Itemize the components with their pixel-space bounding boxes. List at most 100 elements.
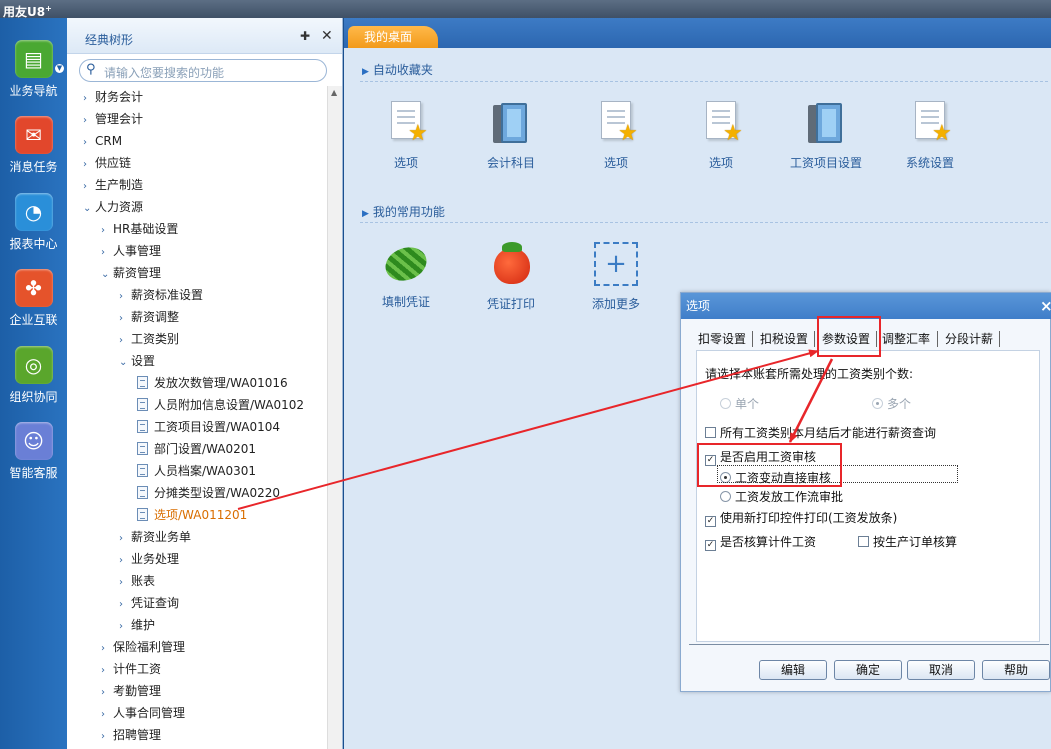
tree-node-label: 保险福利管理 <box>113 640 186 654</box>
common-item[interactable]: + 添加更多 <box>568 242 664 312</box>
tree-node-label: 账表 <box>131 574 156 588</box>
chevron-right-icon: › <box>119 313 123 324</box>
triangle-right-icon: ▶ <box>362 209 369 219</box>
radio-button <box>872 398 883 409</box>
tree-leaf[interactable]: 人员档案/WA0301 <box>137 460 256 482</box>
section-label: 我的常用功能 <box>372 205 445 219</box>
tree-leaf-selected[interactable]: 选项/WA011201 <box>137 504 247 526</box>
tree-node[interactable]: › 薪资调整 <box>119 306 179 328</box>
tree-node[interactable]: ⌄ 薪资管理 <box>101 262 161 284</box>
chevron-right-icon: › <box>83 115 87 126</box>
common-item[interactable]: 凭证打印 <box>463 242 559 312</box>
favorite-item[interactable]: ★ 系统设置 <box>882 101 978 171</box>
document-icon <box>137 508 148 521</box>
tree-node[interactable]: › 业务处理 <box>119 548 179 570</box>
help-button[interactable]: 帮助 <box>982 660 1050 680</box>
radio-single[interactable]: 单个 <box>720 395 759 412</box>
document-star-icon: ★ <box>386 101 428 146</box>
tree-node[interactable]: › 考勤管理 <box>101 680 161 702</box>
tree-node[interactable]: › 人事管理 <box>101 240 161 262</box>
nav-smart-service[interactable]: ☺ 智能客服 <box>0 422 67 481</box>
tab-my-desktop[interactable]: 我的桌面 <box>348 26 438 48</box>
favorite-label: 工资项目设置 <box>789 156 862 170</box>
tab-segment-pay[interactable]: 分段计薪 <box>945 329 993 349</box>
checkbox-piece-wage[interactable]: ✓ 是否核算计件工资 <box>705 533 816 551</box>
nav-report-center[interactable]: ◔ 报表中心 <box>0 193 67 252</box>
checkbox-new-print[interactable]: ✓ 使用新打印控件打印(工资发放条) <box>705 509 897 527</box>
scroll-up-icon[interactable]: ▲ <box>331 88 337 97</box>
tree-node[interactable]: › 招聘管理 <box>101 724 161 746</box>
checkbox-all-month-end[interactable]: 所有工资类别本月结后才能进行薪资查询 <box>705 424 936 441</box>
close-icon[interactable]: ✕ <box>321 28 333 44</box>
tree-node-label: 维护 <box>131 618 156 632</box>
radio-multiple[interactable]: 多个 <box>872 395 911 412</box>
tree-node[interactable]: › 供应链 <box>83 152 131 174</box>
checkbox-label: 所有工资类别本月结后才能进行薪资查询 <box>720 426 937 440</box>
close-icon[interactable]: × <box>1040 293 1051 319</box>
chevron-down-icon[interactable]: ▼ <box>55 64 64 73</box>
common-item[interactable]: 填制凭证 <box>358 241 454 310</box>
nav-enterprise-connect[interactable]: ✤ 企业互联 <box>0 269 67 328</box>
tree-node[interactable]: › 生产制造 <box>83 174 143 196</box>
radio-workflow-audit[interactable]: 工资发放工作流审批 <box>720 488 843 505</box>
tree-node[interactable]: › 薪资标准设置 <box>119 284 203 306</box>
checkbox-label: 是否核算计件工资 <box>720 535 817 549</box>
left-nav-bar: ▤ ▼ 业务导航 ✉ 消息任务 ◔ 报表中心 ✤ 企业互联 ◎ 组织协同 ☺ 智… <box>0 18 67 749</box>
add-more-icon: + <box>594 242 638 286</box>
checkbox-checked: ✓ <box>705 540 716 551</box>
search-icon: ⚲ <box>86 62 96 77</box>
tree-node[interactable]: › CRM <box>83 130 122 152</box>
tree-leaf[interactable]: 人员附加信息设置/WA0102 <box>137 394 304 416</box>
tree-node[interactable]: ⌄ 设置 <box>119 350 155 372</box>
tree-node[interactable]: › HR基础设置 <box>101 218 178 240</box>
favorite-label: 选项 <box>603 156 628 170</box>
edit-button[interactable]: 编辑 <box>759 660 827 680</box>
section-divider <box>360 81 1048 82</box>
tree-node[interactable]: › 维护 <box>119 614 155 636</box>
favorite-item[interactable]: 工资项目设置 <box>778 101 874 171</box>
tree-node[interactable]: › 工资类别 <box>119 328 179 350</box>
organization-collab-icon: ◎ <box>14 346 53 384</box>
favorite-label: 会计科目 <box>486 156 535 170</box>
tree-panel: 经典树形 ✚ ✕ ⚲ 请输入您要搜索的功能 › 财务会计 › 管理会计 › CRM ›… <box>67 18 343 749</box>
pin-icon[interactable]: ✚ <box>300 29 310 43</box>
tree-scrollbar[interactable]: ▲ <box>327 86 342 749</box>
tree-node[interactable]: › 人事合同管理 <box>101 702 185 724</box>
tree-node[interactable]: › 财务会计 <box>83 86 143 108</box>
tab-tax[interactable]: 扣税设置 <box>760 329 808 349</box>
nav-label: 组织协同 <box>9 390 58 404</box>
nav-organization-collab[interactable]: ◎ 组织协同 <box>0 346 67 405</box>
tree-node[interactable]: › 保险福利管理 <box>101 636 185 658</box>
app-brand: 用友U8 <box>3 5 46 19</box>
tree-node[interactable]: › 账表 <box>119 570 155 592</box>
tab-deduct-zero[interactable]: 扣零设置 <box>698 329 746 349</box>
tree-leaf[interactable]: 部门设置/WA0201 <box>137 438 256 460</box>
tree-node[interactable]: › 计件工资 <box>101 658 161 680</box>
ok-button[interactable]: 确定 <box>834 660 902 680</box>
tree-leaf[interactable]: 工资项目设置/WA0104 <box>137 416 280 438</box>
tree-leaf[interactable]: 发放次数管理/WA01016 <box>137 372 288 394</box>
chevron-right-icon: › <box>101 731 105 742</box>
favorite-item[interactable]: ★ 选项 <box>358 101 454 171</box>
favorite-item[interactable]: ★ 选项 <box>673 101 769 171</box>
tree-node-label: 人事管理 <box>113 244 162 258</box>
checkbox-by-order[interactable]: 按生产订单核算 <box>858 533 957 550</box>
search-input[interactable]: ⚲ 请输入您要搜索的功能 <box>79 59 327 82</box>
tree-node[interactable]: ⌄ 人力资源 <box>83 196 143 218</box>
tree-leaf[interactable]: 分摊类型设置/WA0220 <box>137 482 280 504</box>
nav-business-navigation[interactable]: ▤ ▼ 业务导航 <box>0 40 67 99</box>
section-divider <box>360 222 1048 223</box>
cancel-button[interactable]: 取消 <box>907 660 975 680</box>
document-star-icon: ★ <box>596 101 638 146</box>
tab-separator <box>937 331 938 347</box>
tree-node-label: 薪资业务单 <box>131 530 192 544</box>
tree-node[interactable]: › 薪资业务单 <box>119 526 191 548</box>
favorite-item[interactable]: ★ 选项 <box>568 101 664 171</box>
tab-exchange-rate[interactable]: 调整汇率 <box>882 329 930 349</box>
tree-node[interactable]: › 凭证查询 <box>119 592 179 614</box>
nav-message-task[interactable]: ✉ 消息任务 <box>0 116 67 175</box>
tree-node-label: 招聘管理 <box>113 728 162 742</box>
tree-node[interactable]: › 管理会计 <box>83 108 143 130</box>
triangle-right-icon: ▶ <box>362 67 369 77</box>
favorite-item[interactable]: 会计科目 <box>463 101 559 171</box>
